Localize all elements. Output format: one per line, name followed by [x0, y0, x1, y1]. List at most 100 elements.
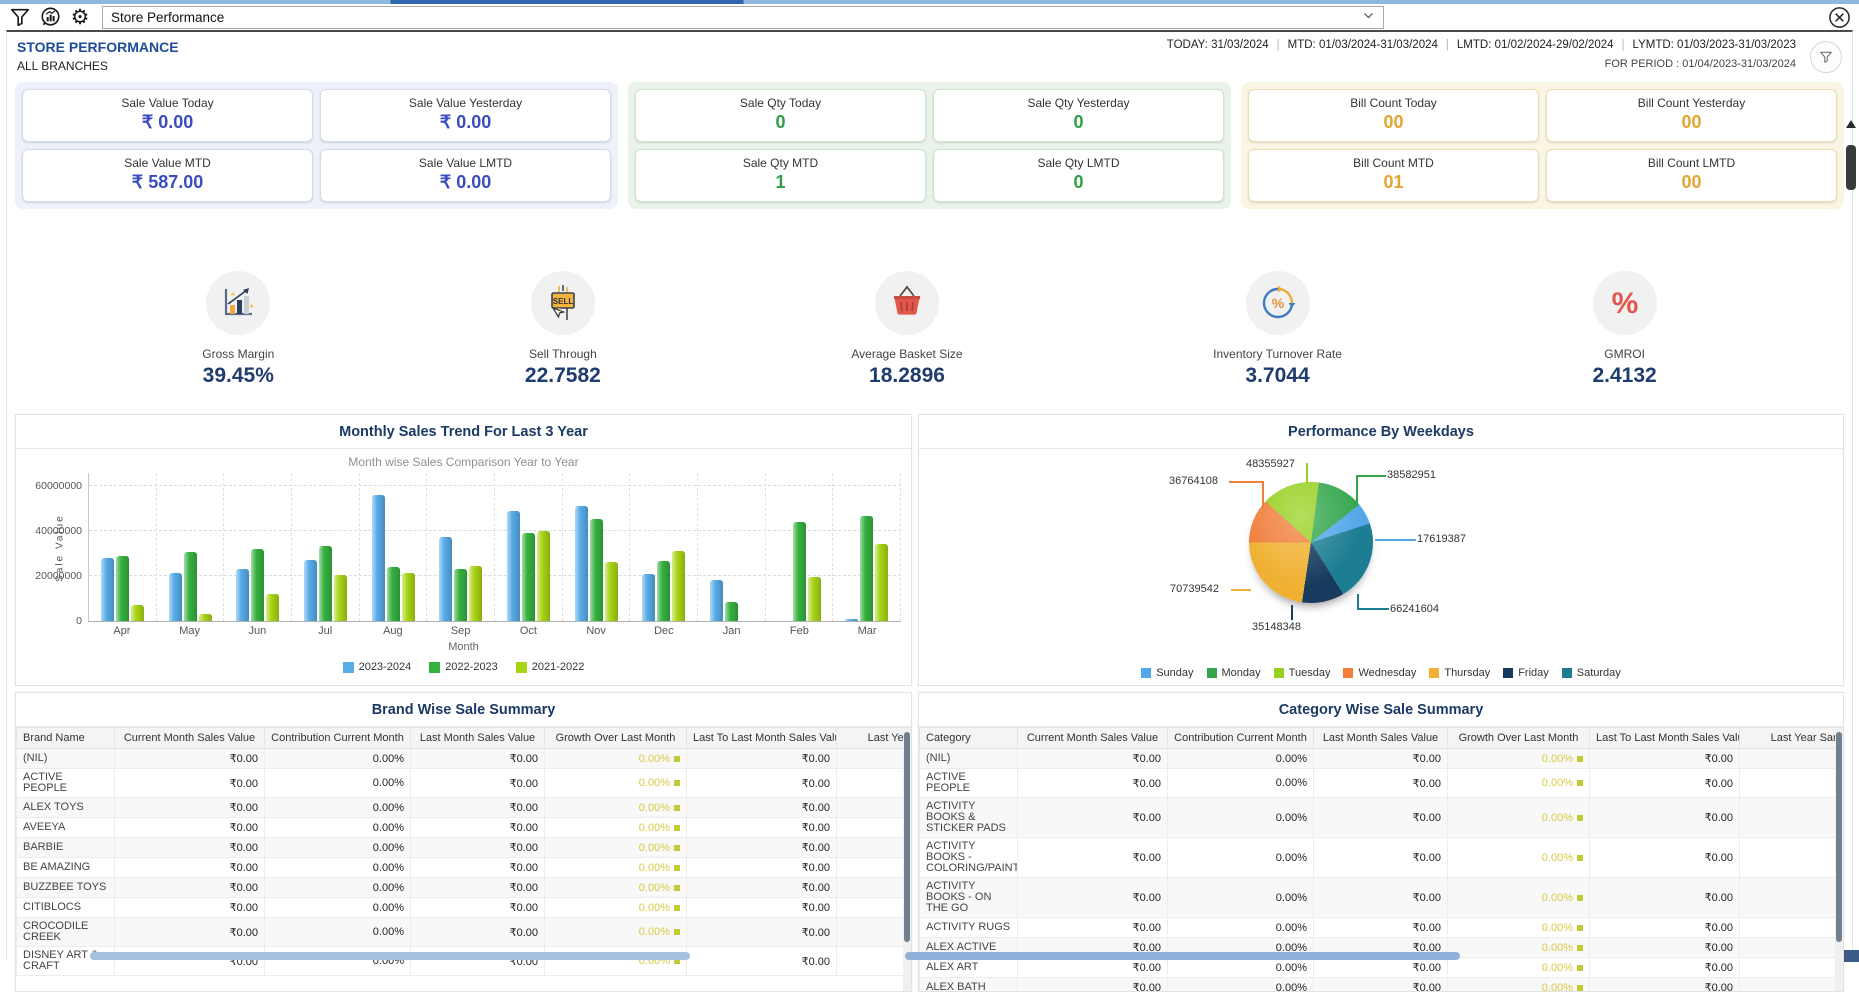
- column-header[interactable]: Last Year Same: [837, 728, 913, 749]
- bar-2021-2022-dec[interactable]: [672, 551, 685, 621]
- bar-2023-2024-oct[interactable]: [507, 511, 520, 621]
- bar-2023-2024-apr[interactable]: [101, 558, 114, 621]
- bar-2022-2023-jan[interactable]: [725, 602, 738, 621]
- bar-2022-2023-may[interactable]: [184, 552, 197, 621]
- svg-text:SELL: SELL: [553, 297, 574, 306]
- brand-table-hscrollbar[interactable]: [90, 952, 690, 960]
- date-ranges-line: TODAY: 31/03/2024|MTD: 01/03/2024-31/03/…: [1167, 39, 1796, 51]
- column-header[interactable]: Growth Over Last Month: [1448, 728, 1590, 749]
- period-filter-button[interactable]: [1810, 41, 1842, 73]
- bar-2023-2024-nov[interactable]: [575, 506, 588, 621]
- column-header[interactable]: Last Year Same: [1740, 728, 1845, 749]
- bar-2022-2023-jun[interactable]: [251, 549, 264, 621]
- bar-2022-2023-jul[interactable]: [319, 546, 332, 621]
- bar-2022-2023-nov[interactable]: [590, 519, 603, 621]
- bar-2023-2024-jun[interactable]: [236, 569, 249, 621]
- kpi-card[interactable]: Bill Count Yesterday00: [1546, 89, 1837, 142]
- table-row[interactable]: ALEX BATH₹0.000.00%₹0.000.00%₹0.00: [920, 978, 1845, 992]
- bar-2021-2022-sep[interactable]: [469, 566, 482, 621]
- kpi-card[interactable]: Sale Qty LMTD0: [933, 149, 1224, 202]
- contribution-cell: 0.00%: [1168, 769, 1314, 798]
- weekday-pie[interactable]: [1249, 482, 1373, 603]
- bar-2021-2022-jun[interactable]: [266, 594, 279, 621]
- bar-2023-2024-aug[interactable]: [372, 495, 385, 621]
- page-vscrollbar-thumb[interactable]: [1846, 145, 1856, 190]
- column-header[interactable]: Current Month Sales Value: [115, 728, 265, 749]
- row-name-cell: DISNEY ART & CRAFT: [17, 947, 115, 976]
- kpi-card[interactable]: Sale Value Yesterday₹ 0.00: [320, 89, 611, 142]
- bar-2022-2023-oct[interactable]: [522, 533, 535, 621]
- bar-2022-2023-feb[interactable]: [793, 522, 806, 621]
- column-header[interactable]: Last Month Sales Value: [411, 728, 545, 749]
- table-row[interactable]: DISNEY ART & CRAFT₹0.000.00%₹0.000.00%₹0…: [17, 947, 913, 976]
- kpi-card[interactable]: Bill Count MTD01: [1248, 149, 1539, 202]
- analytics-icon[interactable]: [38, 5, 62, 29]
- bar-2022-2023-mar[interactable]: [860, 516, 873, 621]
- column-header[interactable]: Contribution Current Month: [1168, 728, 1314, 749]
- last-to-last-month-cell: ₹0.00: [687, 878, 837, 898]
- filter-icon[interactable]: [8, 5, 32, 29]
- category-table-hscrollbar[interactable]: [905, 952, 1460, 960]
- month-cluster-may: [157, 473, 225, 621]
- column-header[interactable]: Growth Over Last Month: [545, 728, 687, 749]
- bar-2023-2024-mar[interactable]: [845, 619, 858, 621]
- bar-2021-2022-nov[interactable]: [605, 562, 618, 621]
- table-row[interactable]: AVEEYA₹0.000.00%₹0.000.00%₹0.00: [17, 818, 913, 838]
- kpi-card-label: Bill Count LMTD: [1551, 156, 1832, 170]
- table-row[interactable]: ALEX ART₹0.000.00%₹0.000.00%₹0.00: [920, 958, 1845, 978]
- bar-2022-2023-apr[interactable]: [116, 556, 129, 621]
- bar-2022-2023-aug[interactable]: [387, 567, 400, 621]
- column-header[interactable]: Last To Last Month Sales Value: [687, 728, 837, 749]
- column-header[interactable]: Contribution Current Month: [265, 728, 411, 749]
- kpi-card[interactable]: Sale Qty Yesterday0: [933, 89, 1224, 142]
- bar-2023-2024-dec[interactable]: [642, 574, 655, 621]
- table-row[interactable]: ACTIVITY BOOKS & STICKER PADS₹0.000.00%₹…: [920, 798, 1845, 838]
- bar-2023-2024-sep[interactable]: [439, 537, 452, 621]
- bar-2021-2022-may[interactable]: [199, 614, 212, 621]
- kpi-card[interactable]: Sale Value MTD₹ 587.00: [22, 149, 313, 202]
- bar-2021-2022-feb[interactable]: [808, 577, 821, 621]
- column-header[interactable]: Last To Last Month Sales Value: [1590, 728, 1740, 749]
- table-row[interactable]: CITIBLOCS₹0.000.00%₹0.000.00%₹0.00: [17, 898, 913, 918]
- report-selector-combobox[interactable]: Store Performance: [102, 6, 1384, 29]
- table-row[interactable]: ALEX TOYS₹0.000.00%₹0.000.00%₹0.00: [17, 798, 913, 818]
- kpi-card[interactable]: Sale Qty Today0: [635, 89, 926, 142]
- table-row[interactable]: ACTIVITY BOOKS - ON THE GO₹0.000.00%₹0.0…: [920, 878, 1845, 918]
- column-header[interactable]: Category: [920, 728, 1018, 749]
- bar-2021-2022-oct[interactable]: [537, 531, 550, 621]
- column-header[interactable]: Last Month Sales Value: [1314, 728, 1448, 749]
- gear-icon[interactable]: ⚙: [68, 5, 92, 29]
- table-row[interactable]: ACTIVITY BOOKS - COLORING/PAINTI₹0.000.0…: [920, 838, 1845, 878]
- table-row[interactable]: BUZZBEE TOYS₹0.000.00%₹0.000.00%₹0.00: [17, 878, 913, 898]
- table-row[interactable]: CROCODILE CREEK₹0.000.00%₹0.000.00%₹0.00: [17, 918, 913, 947]
- column-header[interactable]: Brand Name: [17, 728, 115, 749]
- bar-2023-2024-jan[interactable]: [710, 580, 723, 621]
- bar-2021-2022-aug[interactable]: [402, 573, 415, 621]
- kpi-card[interactable]: Sale Qty MTD1: [635, 149, 926, 202]
- bar-2023-2024-may[interactable]: [169, 573, 182, 621]
- column-header[interactable]: Current Month Sales Value: [1018, 728, 1168, 749]
- bar-2021-2022-jul[interactable]: [334, 575, 347, 621]
- bar-2021-2022-mar[interactable]: [875, 544, 888, 621]
- growth-cell: 0.00%: [545, 918, 687, 947]
- table-row[interactable]: ACTIVE PEOPLE₹0.000.00%₹0.000.00%₹0.00: [17, 769, 913, 798]
- table-row[interactable]: ACTIVITY RUGS₹0.000.00%₹0.000.00%₹0.00: [920, 918, 1845, 938]
- close-icon[interactable]: [1827, 5, 1851, 29]
- bar-2021-2022-apr[interactable]: [131, 605, 144, 621]
- contribution-cell: 0.00%: [1168, 978, 1314, 992]
- bar-2022-2023-sep[interactable]: [454, 569, 467, 621]
- table-row[interactable]: ACTIVE PEOPLE₹0.000.00%₹0.000.00%₹0.00: [920, 769, 1845, 798]
- table-row[interactable]: (NIL)₹0.000.00%₹0.000.00%₹0.00: [920, 749, 1845, 769]
- scroll-up-arrow[interactable]: [1846, 120, 1856, 128]
- kpi-card[interactable]: Sale Value Today₹ 0.00: [22, 89, 313, 142]
- bar-2022-2023-dec[interactable]: [657, 561, 670, 621]
- kpi-card[interactable]: Bill Count Today00: [1248, 89, 1539, 142]
- kpi-card[interactable]: Sale Value LMTD₹ 0.00: [320, 149, 611, 202]
- kpi-card[interactable]: Bill Count LMTD00: [1546, 149, 1837, 202]
- table-row[interactable]: (NIL)₹0.000.00%₹0.000.00%₹0.00: [17, 749, 913, 769]
- category-table-scrollbar[interactable]: [1835, 728, 1843, 991]
- table-row[interactable]: BARBIE₹0.000.00%₹0.000.00%₹0.00: [17, 838, 913, 858]
- legend-swatch: [1141, 668, 1151, 678]
- bar-2023-2024-jul[interactable]: [304, 560, 317, 621]
- table-row[interactable]: BE AMAZING₹0.000.00%₹0.000.00%₹0.00: [17, 858, 913, 878]
